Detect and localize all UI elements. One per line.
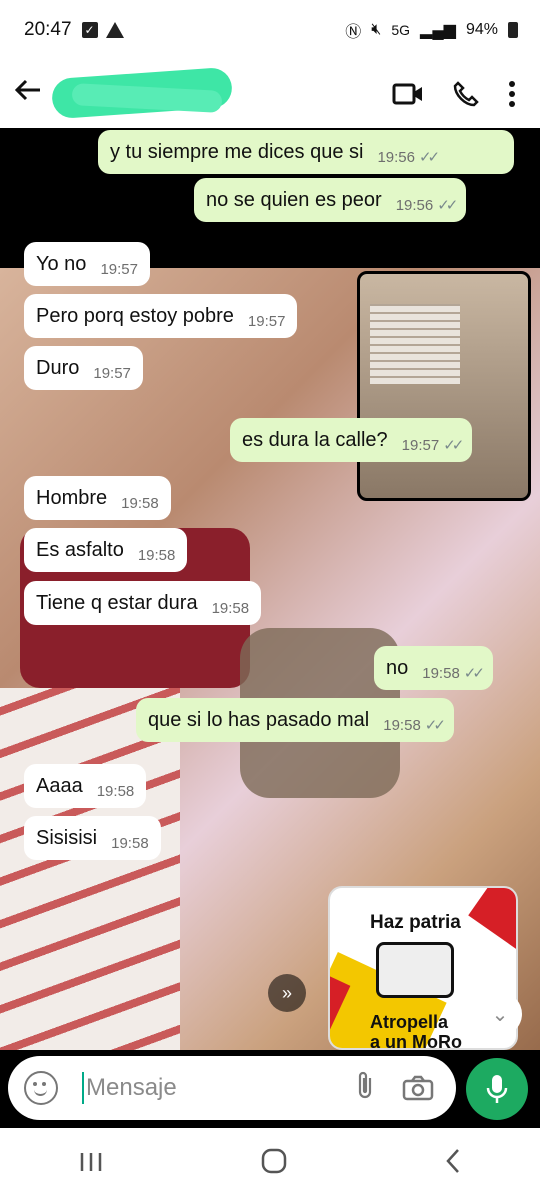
attach-icon[interactable] (356, 1070, 374, 1107)
message-text: Aaaa (36, 774, 83, 797)
message-time: 19:58 (211, 599, 250, 617)
emoji-icon[interactable] (24, 1071, 58, 1105)
message-time: 19:56 (395, 196, 434, 214)
message-text: Pero porq estoy pobre (36, 304, 234, 327)
message-text: es dura la calle? (242, 428, 388, 451)
double-check-icon: ✓✓ (418, 149, 440, 166)
message-bubble-in[interactable]: Sisisisi 19:58 (24, 816, 161, 860)
message-bubble-out[interactable]: no 19:58 ✓✓ (374, 646, 493, 690)
message-time: 19:56 (377, 148, 415, 166)
message-bubble-out[interactable]: que si lo has pasado mal 19:58 ✓✓ (136, 698, 454, 742)
message-bubble-in[interactable]: Duro 19:57 (24, 346, 143, 390)
message-input[interactable]: Mensaje (86, 1074, 177, 1102)
message-time: 19:58 (111, 834, 149, 852)
text-cursor (82, 1072, 84, 1104)
microphone-icon (486, 1075, 508, 1103)
message-input-box[interactable]: Mensaje (8, 1056, 456, 1120)
message-bubble-in[interactable]: Aaaa 19:58 (24, 764, 147, 808)
recent-apps-icon[interactable] (78, 1148, 104, 1180)
forward-icon[interactable]: » (268, 974, 306, 1012)
composer: Mensaje (0, 1050, 540, 1128)
double-check-icon: ✓✓ (463, 665, 485, 682)
checkbox-notification-icon: ✓ (81, 22, 98, 38)
sticker-line-2: Atropella (370, 1012, 449, 1032)
arrow-left-icon[interactable] (10, 76, 46, 112)
message-bubble-in[interactable]: Hombre 19:58 (24, 476, 171, 520)
message-time: 19:57 (401, 436, 440, 454)
battery-level: 94% (465, 21, 498, 38)
message-text: Duro (36, 356, 80, 379)
sticker-line-3: a un MoRo (370, 1032, 462, 1050)
chat-header (0, 60, 540, 128)
sticker-line-1: Haz patria (370, 912, 461, 933)
message-time: 19:57 (93, 364, 131, 382)
message-time: 19:57 (247, 312, 286, 330)
double-check-icon: ✓✓ (437, 197, 458, 214)
more-vert-icon[interactable] (508, 80, 516, 108)
message-time: 19:58 (137, 546, 176, 564)
message-bubble-in[interactable]: Pero porq estoy pobre 19:57 (24, 294, 298, 338)
double-check-icon: ✓✓ (424, 717, 446, 734)
system-nav-bar (0, 1128, 540, 1200)
message-bubble-in[interactable]: Es asfalto 19:58 (24, 528, 188, 572)
redacted-contact-name[interactable] (50, 66, 234, 121)
message-bubble-out[interactable]: no se quien es peor 19:56 ✓✓ (194, 178, 467, 222)
car-icon (376, 942, 454, 998)
message-text: no se quien es peor (206, 188, 382, 211)
message-text: y tu siempre me dices que si (110, 140, 364, 163)
message-time: 19:58 (96, 782, 135, 800)
chat-area[interactable]: y tu siempre me dices que si 19:56 ✓✓ no … (0, 128, 540, 1050)
home-icon[interactable] (261, 1148, 287, 1181)
mute-icon: 🔇︎ (371, 21, 382, 38)
network-type: 5G (391, 22, 411, 38)
phone-icon[interactable] (452, 80, 480, 108)
battery-icon (508, 22, 518, 38)
inset-photo (357, 271, 531, 501)
video-call-icon[interactable] (392, 82, 424, 106)
message-time: 19:57 (100, 260, 138, 278)
scroll-down-icon[interactable]: ⌄ (478, 992, 522, 1036)
status-time: 20:47 (24, 19, 72, 40)
back-nav-icon[interactable] (444, 1148, 462, 1181)
message-time: 19:58 (383, 716, 421, 734)
signal-icon: ▂▄▆ (420, 22, 456, 39)
message-text: Tiene q estar dura (36, 591, 198, 614)
warning-icon (105, 22, 124, 38)
message-time: 19:58 (422, 664, 460, 682)
message-text: Hombre (36, 486, 108, 509)
camera-icon[interactable] (402, 1075, 434, 1101)
message-time: 19:58 (121, 494, 159, 512)
message-bubble-in[interactable]: Yo no 19:57 (24, 242, 150, 286)
message-text: no (386, 656, 409, 679)
message-bubble-in[interactable]: Tiene q estar dura 19:58 (24, 581, 262, 625)
double-check-icon: ✓✓ (443, 437, 464, 454)
message-text: Es asfalto (36, 538, 124, 561)
message-bubble-out[interactable]: es dura la calle? 19:57 ✓✓ (230, 418, 473, 462)
microphone-button[interactable] (466, 1058, 528, 1120)
nfc-icon: Ⓝ (345, 24, 362, 41)
message-text: Yo no (36, 252, 87, 275)
message-text: que si lo has pasado mal (148, 708, 370, 731)
status-bar: 20:47 ✓ Ⓝ 🔇︎ 5G ▂▄▆ 94% (0, 0, 540, 60)
message-bubble-out[interactable]: y tu siempre me dices que si 19:56 ✓✓ (98, 130, 514, 174)
message-text: Sisisisi (36, 826, 98, 849)
